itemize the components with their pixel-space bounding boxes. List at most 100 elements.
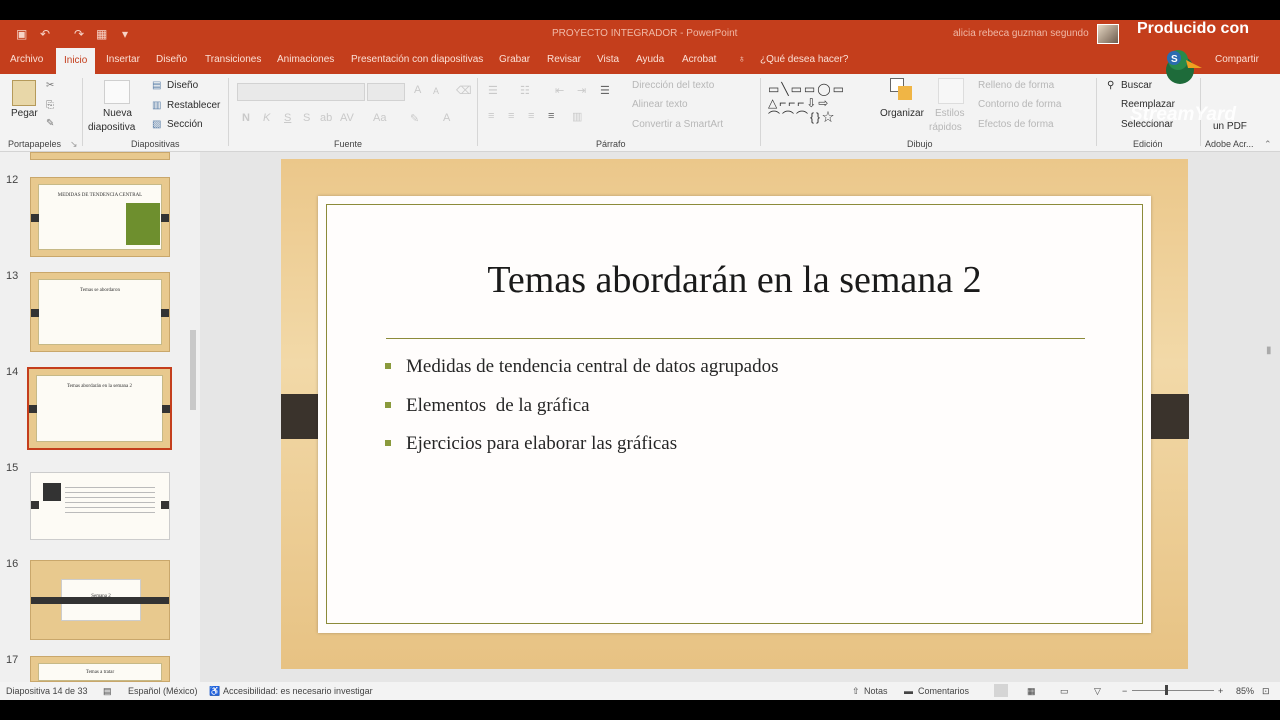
redo-icon[interactable]: ↷ [74,27,84,41]
thumbnail-slide-13[interactable]: Temas se abordaron [30,272,170,352]
new-slide-button[interactable]: Nueva [103,108,132,119]
line-spacing-icon[interactable]: ☰ [600,84,610,97]
group-label-adobe: Adobe Acr... [1205,139,1254,149]
section-button[interactable]: Sección [167,119,203,130]
tab-insertar[interactable]: Insertar [106,54,140,65]
fit-slide-icon[interactable]: ⊡ [1262,686,1270,697]
reset-icon: ▥ [152,100,162,111]
spellcheck-icon[interactable]: ▤ [103,686,112,697]
start-presentation-icon[interactable]: ▦ [96,27,107,41]
thumbnail-slide-12[interactable]: MEDIDAS DE TENDENCIA CENTRAL [30,177,170,257]
font-color-icon[interactable]: A [443,112,450,124]
tell-me-search[interactable]: ¿Qué desea hacer? [760,54,848,65]
tab-transiciones[interactable]: Transiciones [205,54,261,65]
justify-icon[interactable]: ≡ [548,110,554,122]
avatar[interactable] [1097,24,1119,44]
format-painter-icon[interactable]: ✎ [46,118,54,129]
streamyard-duck-icon: S [1166,50,1202,84]
clear-format-icon[interactable]: ⌫ [456,84,472,97]
align-text-button[interactable]: Alinear texto [632,99,688,110]
tab-vista[interactable]: Vista [597,54,619,65]
increase-indent-icon[interactable]: ⇥ [577,84,586,97]
layout-button[interactable]: Diseño [167,80,198,91]
text-direction-button[interactable]: Dirección del texto [632,80,714,91]
zoom-level[interactable]: 85% [1236,686,1254,696]
zoom-out-icon[interactable]: − [1122,686,1127,696]
zoom-slider[interactable] [1132,690,1214,691]
italic-button[interactable]: K [263,112,270,124]
cut-icon[interactable]: ✂ [46,80,54,91]
align-center-icon[interactable]: ≡ [508,110,514,122]
shape-outline-button[interactable]: Contorno de forma [978,99,1061,110]
slide-title[interactable]: Temas abordarán en la semana 2 [326,258,1143,302]
thumbnail-number: 16 [6,558,19,570]
spacing-icon[interactable]: AV [340,112,354,124]
dialog-launcher-icon[interactable]: ↘ [70,139,78,150]
tab-archivo[interactable]: Archivo [10,54,43,65]
tab-acrobat[interactable]: Acrobat [682,54,716,65]
bold-button[interactable]: N [242,112,250,124]
shapes-gallery[interactable]: ▭╲▭▭◯▭ △⌐⌐⌐⇩⇨ ⌒⌒⌒{}☆ [768,82,874,128]
shrink-font-button[interactable]: A [433,86,439,96]
thumbnail-slide-16[interactable]: Semana 2 [30,560,170,640]
tab-revisar[interactable]: Revisar [547,54,581,65]
shape-fill-button[interactable]: Relleno de forma [978,80,1054,91]
tab-animaciones[interactable]: Animaciones [277,54,334,65]
undo-icon[interactable]: ↶ [40,27,50,41]
paste-button[interactable]: Pegar [11,108,38,119]
thumbnail-slide-15[interactable] [30,472,170,540]
main-scrollbar[interactable]: ▮ [1266,345,1272,356]
thumbnail-number: 13 [6,270,19,282]
tab-presentacion[interactable]: Presentación con diapositivas [351,54,483,65]
tab-ayuda[interactable]: Ayuda [636,54,664,65]
align-left-icon[interactable]: ≡ [488,110,494,122]
copy-icon[interactable]: ⎘ [46,100,54,111]
reset-button[interactable]: Restablecer [167,100,220,111]
accessibility-status[interactable]: Accesibilidad: es necesario investigar [223,686,373,696]
tab-inicio[interactable]: Inicio [56,48,96,74]
underline-button[interactable]: S [284,112,291,124]
language[interactable]: Español (México) [128,686,198,696]
user-name[interactable]: alicia rebeca guzman segundo [953,28,1089,39]
notes-icon: ⇧ [852,686,860,696]
bullets-icon[interactable]: ☰ [488,84,498,97]
find-button[interactable]: Buscar [1121,80,1152,91]
collapse-ribbon-icon[interactable]: ⌃ [1264,139,1272,150]
arrange-button[interactable]: Organizar [880,108,924,119]
align-right-icon[interactable]: ≡ [528,110,534,122]
title-bar: ▣ ↶ ↷ ▦ ▾ PROYECTO INTEGRADOR - PowerPoi… [0,20,1280,48]
quick-styles-button-label2[interactable]: rápidos [929,122,962,133]
new-slide-button-label2[interactable]: diapositiva [88,122,135,133]
save-icon[interactable]: ▣ [16,27,27,41]
tab-diseno[interactable]: Diseño [156,54,187,65]
grow-font-button[interactable]: A [414,84,421,96]
thumbnail-slide-14[interactable]: Temas abordarán en la semana 2 [27,367,172,450]
strikethrough-icon[interactable]: ab [320,112,332,124]
columns-icon[interactable]: ▥ [572,110,582,123]
reading-view-icon[interactable]: ▭ [1060,686,1069,697]
decrease-indent-icon[interactable]: ⇤ [555,84,564,97]
change-case-icon[interactable]: Aa [373,112,386,124]
smartart-button[interactable]: Convertir a SmartArt [632,119,723,130]
slide-sorter-icon[interactable]: ▦ [1027,686,1036,697]
zoom-slider-thumb[interactable] [1165,685,1168,695]
comments-button[interactable]: Comentarios [918,686,969,696]
shadow-button[interactable]: S [303,112,310,124]
customize-qat-icon[interactable]: ▾ [122,27,128,41]
highlight-icon[interactable]: ✎ [410,112,419,125]
font-size-field[interactable] [367,83,405,101]
normal-view-icon[interactable] [994,684,1008,697]
notes-button[interactable]: Notas [864,686,888,696]
tab-grabar[interactable]: Grabar [499,54,530,65]
shape-effects-button[interactable]: Efectos de forma [978,119,1054,130]
share-button[interactable]: Compartir [1215,54,1259,65]
quick-styles-button[interactable]: Estilos [935,108,964,119]
bullet-text: Medidas de tendencia central de datos ag… [406,356,779,377]
top-black-band [0,0,1280,20]
thumbnail-scrollbar[interactable] [190,330,196,410]
font-name-field[interactable] [237,83,365,101]
slideshow-icon[interactable]: ▽ [1094,686,1101,697]
numbering-icon[interactable]: ☷ [520,84,530,97]
thumbnail-slide-17[interactable]: Temas a tratar [30,656,170,682]
zoom-in-icon[interactable]: + [1218,686,1223,696]
